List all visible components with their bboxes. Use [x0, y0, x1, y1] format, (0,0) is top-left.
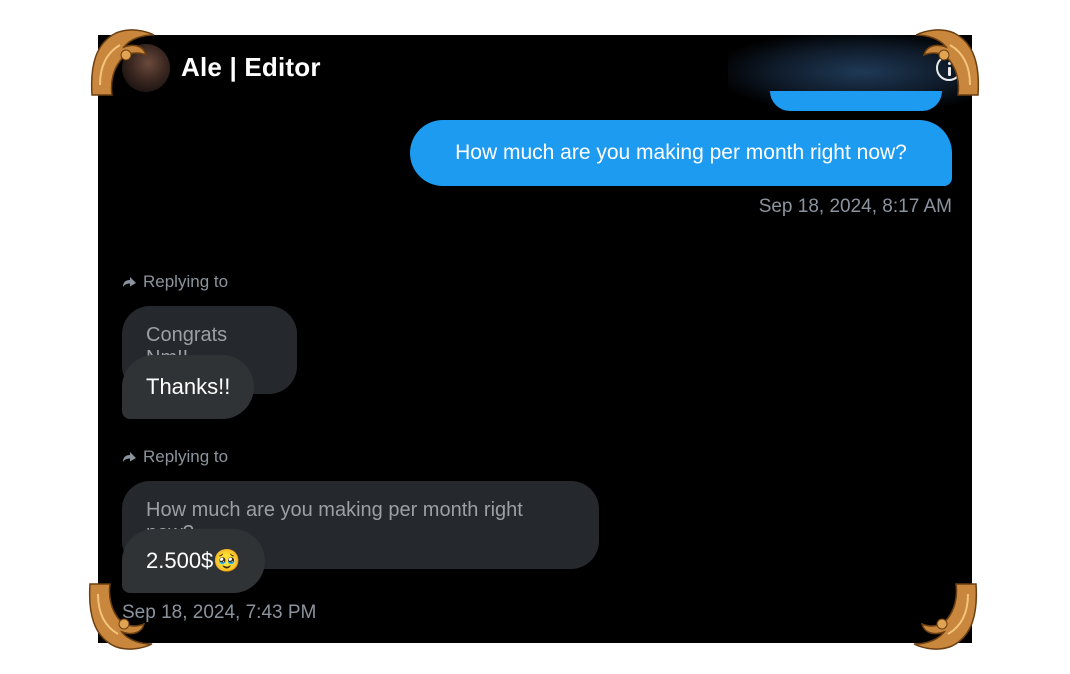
message-text: 2.500$🥹	[146, 548, 241, 573]
replying-to-text: Replying to	[143, 447, 229, 466]
ornament-corner-icon	[86, 25, 160, 99]
ornament-corner-icon	[84, 580, 158, 654]
received-message-bubble[interactable]: Thanks!!	[122, 355, 255, 419]
ornament-corner-icon	[910, 25, 984, 99]
sent-timestamp: Sep 18, 2024, 8:17 AM	[758, 196, 952, 217]
replying-to-label: Replying to	[122, 272, 228, 292]
replying-to-text: Replying to	[143, 272, 229, 291]
dm-conversation-screenshot: Ale | Editor How much are you making per…	[98, 35, 972, 643]
conversation-title[interactable]: Ale | Editor	[181, 52, 321, 83]
sent-message-bubble[interactable]: How much are you making per month right …	[410, 120, 952, 186]
ornament-corner-icon	[908, 580, 982, 654]
reply-arrow-icon	[123, 452, 136, 462]
message-text: Thanks!!	[146, 374, 231, 399]
replying-to-label: Replying to	[122, 447, 228, 467]
reply-arrow-icon	[123, 277, 136, 287]
